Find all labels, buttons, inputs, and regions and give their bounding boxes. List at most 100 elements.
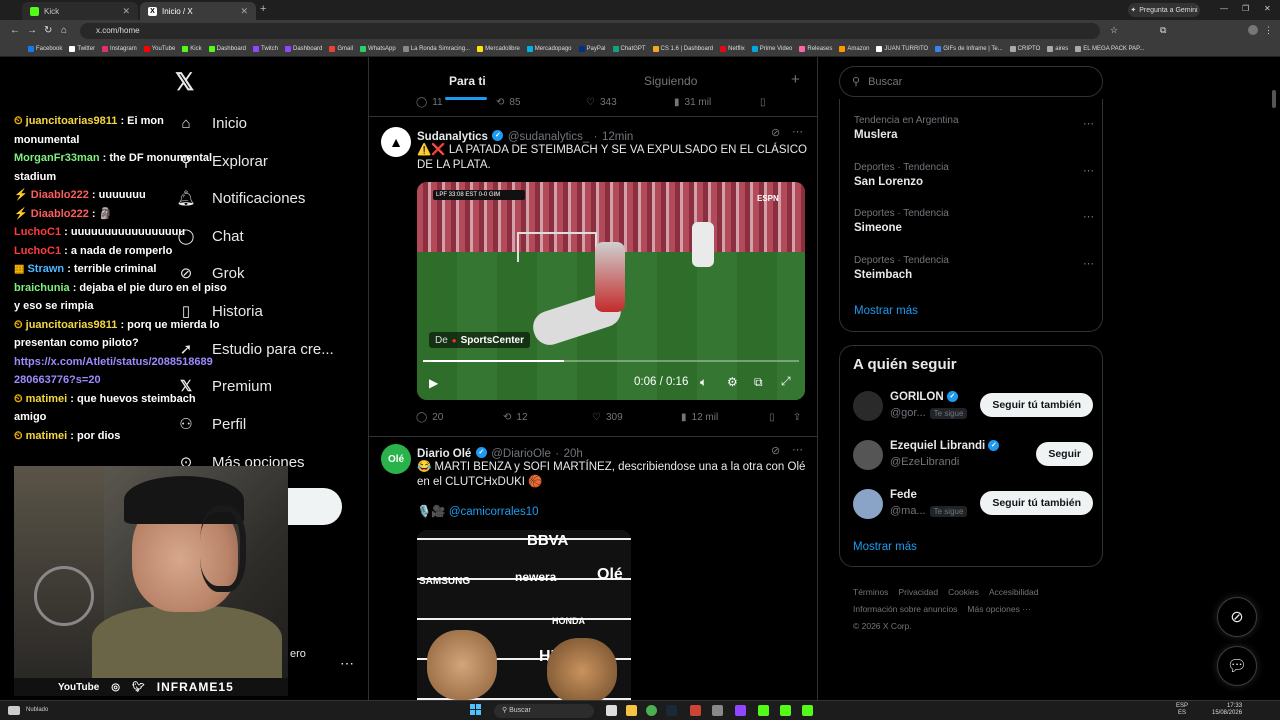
sudanalytics-avatar[interactable]: ▲ bbox=[381, 127, 411, 157]
trend-item[interactable]: Deportes · Tendencia San Lorenzo ⋯ bbox=[854, 162, 1094, 188]
bookmark-item[interactable]: Releases bbox=[799, 46, 832, 52]
trend-more-icon[interactable]: ⋯ bbox=[1083, 257, 1094, 270]
follow-button[interactable]: Seguir bbox=[1036, 442, 1093, 466]
trend-item[interactable]: Deportes · Tendencia Steimbach ⋯ bbox=[854, 255, 1094, 281]
bookmark-item[interactable]: Dashboard bbox=[285, 46, 322, 52]
tweet-author-handle[interactable]: @sudanalytics_ bbox=[508, 131, 589, 143]
follow-suggestion[interactable]: GORILON ✓ @gor... Te sigue Seguir tú tamb… bbox=[853, 389, 1093, 425]
bookmark-item[interactable]: YouTube bbox=[143, 46, 175, 52]
profile-avatar[interactable] bbox=[1248, 25, 1258, 35]
like-action[interactable]: ♡ 343 bbox=[586, 97, 674, 108]
bookmark-item[interactable]: Netflix bbox=[720, 46, 745, 52]
steam-icon[interactable] bbox=[666, 705, 677, 716]
bookmark-item[interactable]: Twitter bbox=[69, 46, 95, 52]
diario-ole-avatar[interactable]: Olé bbox=[381, 444, 411, 474]
profile-name-fragment[interactable]: ero bbox=[290, 648, 306, 660]
minimize-icon[interactable]: — bbox=[1220, 4, 1228, 13]
views-action[interactable]: ▮ 31 mil bbox=[674, 97, 760, 108]
footer-link[interactable]: Cookies bbox=[948, 587, 979, 597]
bookmark-item[interactable]: Facebook bbox=[28, 46, 62, 52]
add-feed-icon[interactable]: + bbox=[791, 71, 800, 88]
footer-link[interactable]: Términos bbox=[853, 587, 888, 597]
video-progress-bar[interactable] bbox=[423, 360, 799, 362]
kick-icon[interactable] bbox=[758, 705, 769, 716]
maximize-icon[interactable]: ❐ bbox=[1242, 4, 1249, 13]
reply-action[interactable]: ◯ 20 bbox=[416, 412, 503, 423]
tab-siguiendo[interactable]: Siguiendo bbox=[644, 74, 697, 88]
close-window-icon[interactable]: ✕ bbox=[1264, 4, 1271, 13]
new-tab-icon[interactable]: + bbox=[260, 3, 266, 15]
forward-icon[interactable]: → bbox=[27, 25, 37, 36]
fullscreen-icon[interactable]: ⤢ bbox=[781, 374, 791, 389]
chat-username[interactable]: juancitoarias9811 bbox=[26, 319, 118, 331]
trends-show-more-link[interactable]: Mostrar más bbox=[854, 305, 918, 317]
chat-username[interactable]: LuchoC1 bbox=[14, 226, 61, 238]
bookmark-item[interactable]: Twitch bbox=[253, 46, 278, 52]
chat-username[interactable]: braichunia bbox=[14, 282, 70, 294]
close-tab-icon[interactable]: ✕ bbox=[122, 6, 130, 17]
footer-link[interactable]: Privacidad bbox=[898, 587, 938, 597]
kick-icon[interactable] bbox=[780, 705, 791, 716]
bookmark-item[interactable]: WhatsApp bbox=[360, 46, 396, 52]
settings-gear-icon[interactable]: ⚙ bbox=[727, 375, 738, 389]
trend-item[interactable]: Tendencia en Argentina Muslera ⋯ bbox=[854, 115, 1094, 141]
bookmark-item[interactable]: Gmail bbox=[329, 46, 353, 52]
views-action[interactable]: ▮ 12 mil bbox=[681, 412, 769, 423]
tweet-mention[interactable]: 🎙️🎥 @camicorrales10 bbox=[417, 505, 538, 520]
back-icon[interactable]: ← bbox=[10, 25, 20, 36]
tweet-author-name[interactable]: Sudanalytics bbox=[417, 131, 488, 143]
tab-x[interactable]: X Inicio / X ✕ bbox=[140, 2, 256, 20]
extensions-icon[interactable]: ⧉ bbox=[1160, 25, 1166, 36]
messages-fab-icon[interactable]: 💬︎ bbox=[1217, 646, 1257, 686]
bookmark-item[interactable]: aires bbox=[1047, 46, 1068, 52]
play-icon[interactable]: ▶ bbox=[429, 376, 438, 390]
taskbar-search[interactable]: ⚲ Buscar bbox=[494, 704, 594, 718]
avatar[interactable] bbox=[853, 391, 883, 421]
bookmark-item[interactable]: Amazon bbox=[839, 46, 869, 52]
scrollbar-thumb[interactable] bbox=[1272, 90, 1276, 108]
bookmark-item[interactable]: Mercadolibre bbox=[477, 46, 520, 52]
follow-show-more-link[interactable]: Mostrar más bbox=[853, 541, 917, 553]
grok-explain-icon[interactable]: ⊘ bbox=[771, 126, 780, 139]
video-source-label[interactable]: De ● SportsCenter bbox=[429, 332, 530, 348]
kick-icon[interactable] bbox=[802, 705, 813, 716]
avatar[interactable] bbox=[853, 440, 883, 470]
trend-item[interactable]: Deportes · Tendencia Simeone ⋯ bbox=[854, 208, 1094, 234]
bookmark-item[interactable]: La Ronda Simracing... bbox=[402, 46, 470, 52]
tweet-time[interactable]: 20h bbox=[564, 448, 583, 460]
chat-username[interactable]: MorganFr33man bbox=[14, 152, 100, 164]
grok-fab-icon[interactable]: ⊘ bbox=[1217, 597, 1257, 637]
windows-start-icon[interactable] bbox=[470, 704, 481, 715]
account-more-icon[interactable]: ⋯ bbox=[340, 655, 354, 672]
star-icon[interactable]: ☆ bbox=[1110, 25, 1118, 36]
tweet-video-player[interactable]: LPF 33:08 EST 0-0 GIM ESPN De ● SportsCe… bbox=[417, 182, 805, 400]
trend-more-icon[interactable]: ⋯ bbox=[1083, 164, 1094, 177]
chat-username[interactable]: Strawn bbox=[27, 263, 64, 275]
chat-username[interactable]: Diaablo222 bbox=[31, 189, 89, 201]
x-logo-icon[interactable]: 𝕏 bbox=[175, 68, 194, 97]
tweet-more-icon[interactable]: ⋯ bbox=[792, 443, 803, 456]
reply-action[interactable]: ◯ 11 bbox=[416, 97, 496, 108]
tweet-more-icon[interactable]: ⋯ bbox=[792, 125, 803, 138]
tab-para-ti[interactable]: Para ti bbox=[449, 74, 486, 88]
tab-kick[interactable]: Kick ✕ bbox=[22, 2, 138, 20]
repost-action[interactable]: ⟲ 85 bbox=[496, 97, 586, 108]
bookmark-item[interactable]: Prime Video bbox=[751, 46, 792, 52]
bookmark-item[interactable]: Dashboard bbox=[208, 46, 246, 52]
bookmark-item[interactable]: EL MEGA PACK PAP... bbox=[1075, 46, 1144, 52]
search-input[interactable]: ⚲ Buscar bbox=[839, 66, 1103, 97]
bookmark-item[interactable]: PayPal bbox=[578, 46, 606, 52]
chat-text[interactable]: 280663776?s=20 bbox=[14, 374, 101, 386]
post-button[interactable] bbox=[286, 488, 342, 525]
follow-suggestion[interactable]: Ezequiel Librandi ✓ @EzeLibrandi Seguir bbox=[853, 438, 1093, 474]
bookmark-item[interactable]: CS 1.6 | Dashboard bbox=[652, 46, 713, 52]
chat-username[interactable]: LuchoC1 bbox=[14, 245, 61, 257]
reload-icon[interactable]: ↻ bbox=[44, 25, 52, 36]
chat-username[interactable]: Diaablo222 bbox=[31, 208, 89, 220]
picture-in-picture-icon[interactable]: ⧉ bbox=[754, 375, 763, 390]
weather-text[interactable]: Nublado bbox=[26, 707, 48, 713]
bookmark-action[interactable]: ▯ bbox=[760, 97, 766, 108]
menu-icon[interactable]: ⋮ bbox=[1264, 25, 1273, 36]
chrome-icon[interactable] bbox=[646, 705, 657, 716]
repost-action[interactable]: ⟲ 12 bbox=[503, 412, 592, 423]
